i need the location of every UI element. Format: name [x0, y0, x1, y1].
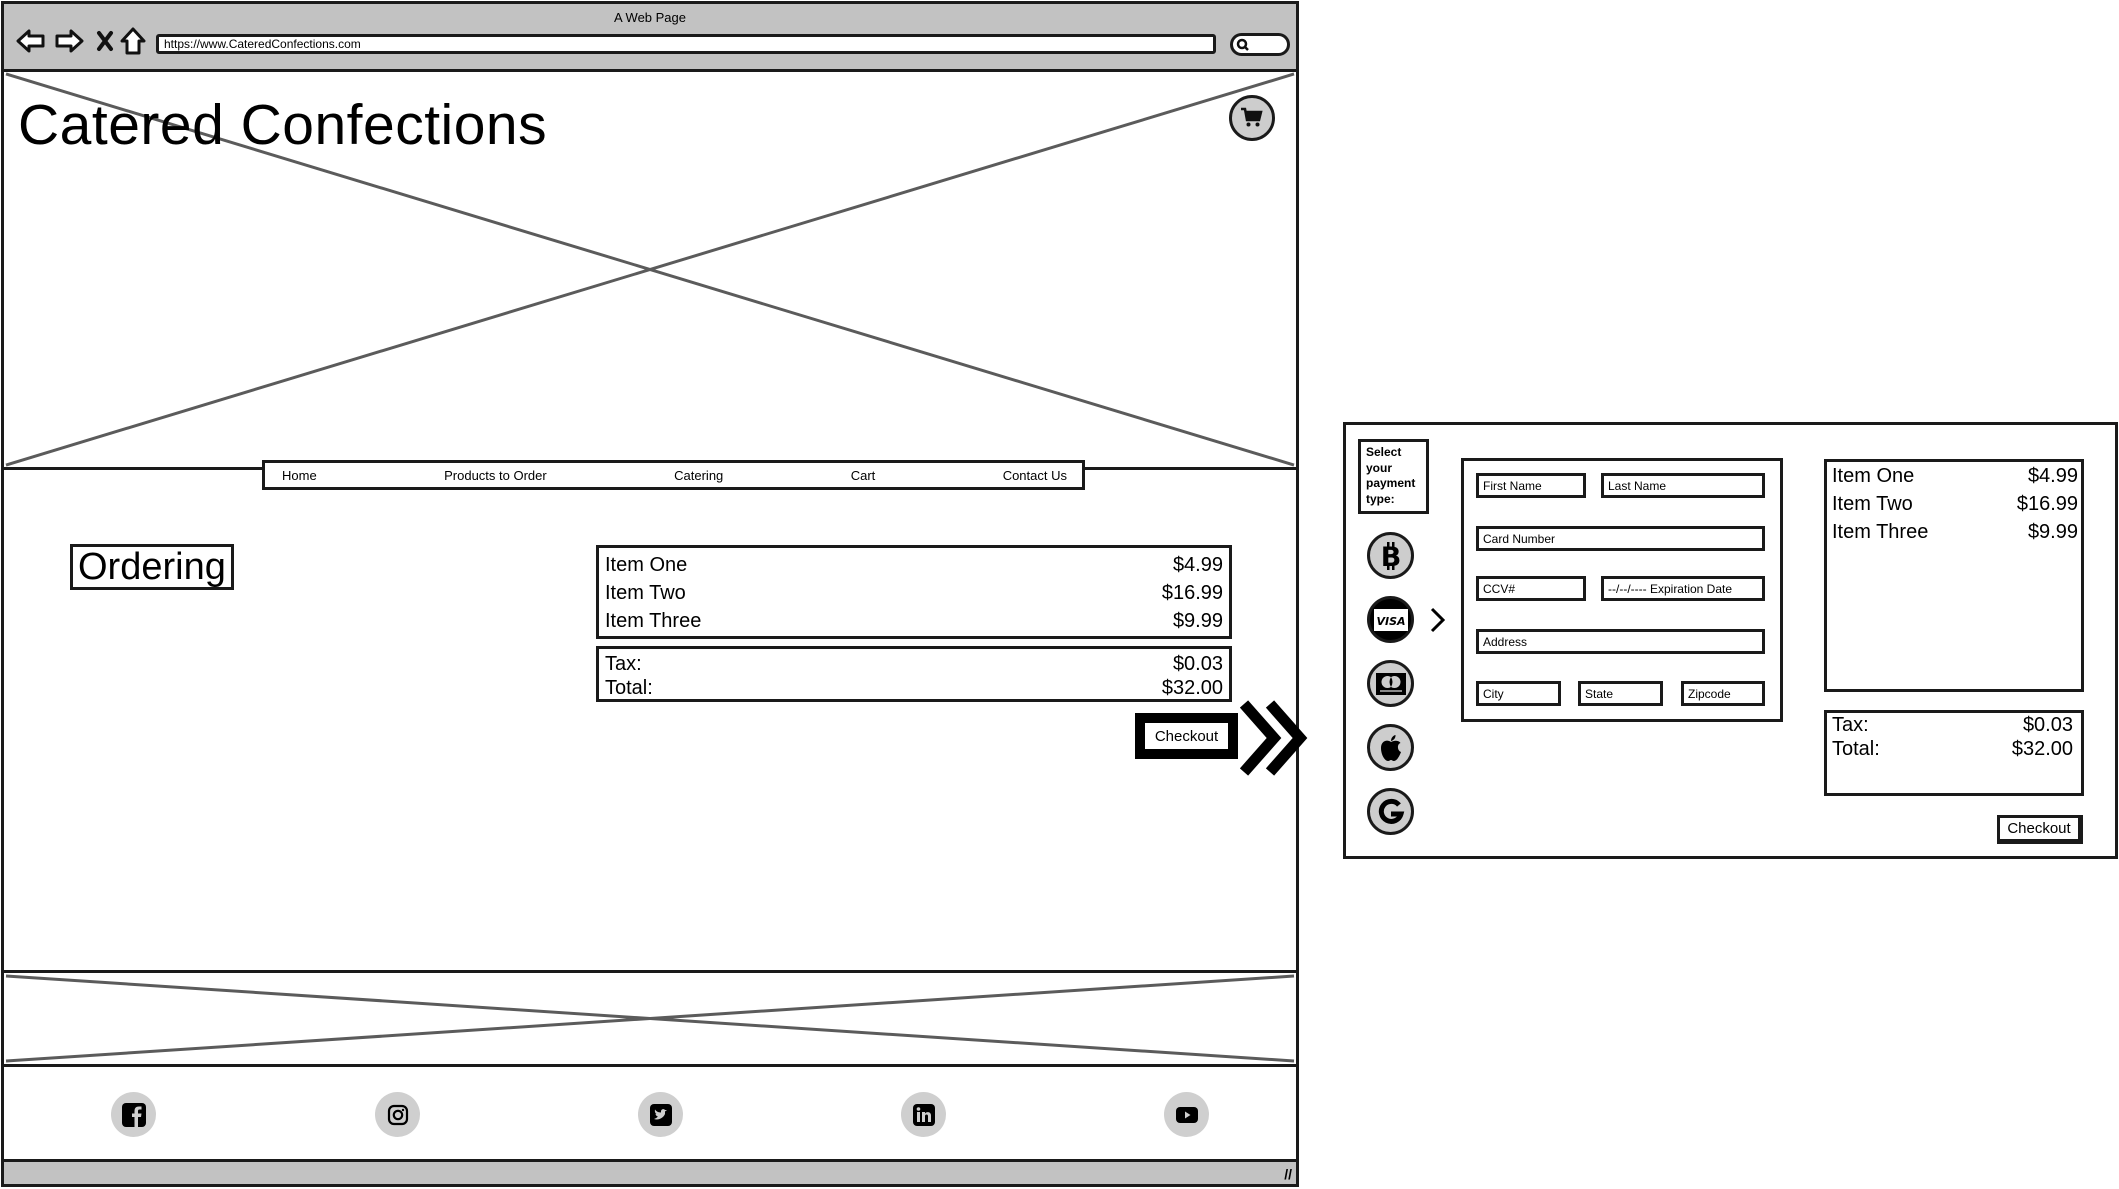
linkedin-link[interactable] — [901, 1092, 946, 1137]
payment-option-mastercard[interactable] — [1367, 660, 1414, 707]
order-totals: Tax: $0.03 Total: $32.00 — [596, 646, 1232, 702]
summary-item-row: Item Two $16.99 — [1832, 490, 2078, 518]
svg-text:B: B — [1380, 542, 1401, 571]
image-placeholder-cross — [5, 974, 1295, 1063]
resize-grip-icon[interactable]: // — [1284, 1166, 1292, 1182]
payment-option-apple-pay[interactable] — [1367, 724, 1414, 771]
order-item-row: Item One $4.99 — [605, 551, 1223, 579]
payment-type-label: Select your payment type: — [1358, 439, 1429, 514]
nav-item-catering[interactable]: Catering — [674, 468, 723, 483]
zipcode-input[interactable] — [1681, 681, 1765, 706]
back-arrow-icon[interactable] — [16, 26, 46, 56]
total-value: $32.00 — [1161, 677, 1223, 699]
google-icon — [1378, 798, 1404, 824]
linkedin-icon — [912, 1103, 935, 1126]
twitter-link[interactable] — [638, 1092, 683, 1137]
instagram-icon — [387, 1104, 408, 1125]
tax-label: Tax: — [1832, 714, 1869, 736]
footer-image-placeholder — [4, 970, 1296, 1067]
total-row: Total: $32.00 — [605, 676, 1223, 700]
bitcoin-icon: B — [1380, 541, 1401, 571]
item-name: Item Three — [605, 610, 702, 632]
item-name: Item Two — [1832, 493, 1913, 515]
card-number-input[interactable] — [1476, 526, 1765, 551]
site-title: Catered Confections — [18, 93, 548, 157]
cart-button[interactable] — [1229, 95, 1275, 141]
item-name: Item Three — [1832, 521, 1929, 543]
social-links — [4, 1067, 1296, 1165]
item-name: Item One — [1832, 465, 1915, 487]
nav-item-cart[interactable]: Cart — [851, 468, 876, 483]
ccv-input[interactable] — [1476, 576, 1586, 601]
page-heading: Ordering — [70, 544, 234, 590]
expiration-date-input[interactable] — [1601, 576, 1765, 601]
chevron-right-icon — [1430, 607, 1446, 633]
nav-item-contact-us[interactable]: Contact Us — [1003, 468, 1067, 483]
order-items-list: Item One $4.99 Item Two $16.99 Item Three $… — [596, 545, 1232, 639]
item-price: $4.99 — [2027, 465, 2078, 487]
shopping-cart-icon — [1241, 107, 1263, 127]
order-item-row: Item Three $9.99 — [605, 607, 1223, 635]
item-name: Item One — [605, 554, 688, 576]
main-navigation: Home Products to Order Catering Cart Con… — [262, 460, 1085, 490]
mastercard-icon — [1375, 672, 1406, 695]
youtube-icon — [1175, 1106, 1198, 1123]
visa-icon: VISA — [1373, 608, 1408, 631]
first-name-input[interactable] — [1476, 473, 1586, 498]
city-input[interactable] — [1476, 681, 1561, 706]
last-name-input[interactable] — [1601, 473, 1765, 498]
search-icon — [1236, 38, 1249, 51]
item-name: Item Two — [605, 582, 686, 604]
item-price: $9.99 — [2027, 521, 2078, 543]
tax-value: $0.03 — [1172, 653, 1223, 675]
apple-icon — [1380, 734, 1401, 761]
payment-option-google-pay[interactable] — [1367, 788, 1414, 835]
url-bar[interactable]: https://www.CateredConfections.com — [156, 34, 1216, 54]
item-price: $16.99 — [1161, 582, 1223, 604]
hero-image-placeholder: Catered Confections — [4, 72, 1296, 470]
svg-text:VISA: VISA — [1376, 615, 1405, 628]
browser-search-field[interactable] — [1230, 33, 1290, 56]
browser-toolbar: A Web Page https://www.CateredConfection… — [4, 4, 1296, 72]
summary-totals: Tax: $0.03 Total: $32.00 — [1824, 710, 2084, 796]
double-chevron-right-icon — [1240, 700, 1308, 776]
twitter-icon — [649, 1103, 672, 1126]
tax-label: Tax: — [605, 653, 642, 675]
payment-panel: Select your payment type: B VISA Item On… — [1343, 422, 2118, 859]
item-price: $4.99 — [1172, 554, 1223, 576]
nav-item-products-to-order[interactable]: Products to Order — [444, 468, 547, 483]
payment-option-bitcoin[interactable]: B — [1367, 532, 1414, 579]
facebook-icon — [121, 1102, 146, 1127]
stop-icon[interactable] — [90, 26, 120, 56]
order-item-row: Item Two $16.99 — [605, 579, 1223, 607]
payment-option-visa[interactable]: VISA — [1367, 596, 1414, 643]
browser-window: A Web Page https://www.CateredConfection… — [1, 1, 1299, 1187]
payment-checkout-button[interactable]: Checkout — [1997, 815, 2083, 844]
home-icon[interactable] — [118, 26, 148, 56]
summary-items-list: Item One $4.99 Item Two $16.99 Item Three $… — [1824, 459, 2084, 692]
facebook-link[interactable] — [111, 1092, 156, 1137]
item-price: $16.99 — [2016, 493, 2078, 515]
payment-form — [1461, 458, 1783, 722]
total-row: Total: $32.00 — [1832, 737, 2073, 761]
state-input[interactable] — [1578, 681, 1663, 706]
tax-row: Tax: $0.03 — [605, 652, 1223, 676]
nav-item-home[interactable]: Home — [282, 468, 317, 483]
youtube-link[interactable] — [1164, 1092, 1209, 1137]
address-input[interactable] — [1476, 629, 1765, 654]
tax-row: Tax: $0.03 — [1832, 713, 2073, 737]
window-title: A Web Page — [613, 10, 687, 25]
instagram-link[interactable] — [375, 1092, 420, 1137]
total-label: Total: — [605, 677, 653, 699]
total-label: Total: — [1832, 738, 1880, 760]
browser-status-bar: // — [4, 1159, 1296, 1184]
tax-value: $0.03 — [2022, 714, 2073, 736]
item-price: $9.99 — [1172, 610, 1223, 632]
forward-arrow-icon[interactable] — [54, 26, 84, 56]
total-value: $32.00 — [2011, 738, 2073, 760]
checkout-button[interactable]: Checkout — [1135, 713, 1238, 759]
summary-item-row: Item One $4.99 — [1832, 462, 2078, 490]
summary-item-row: Item Three $9.99 — [1832, 518, 2078, 546]
